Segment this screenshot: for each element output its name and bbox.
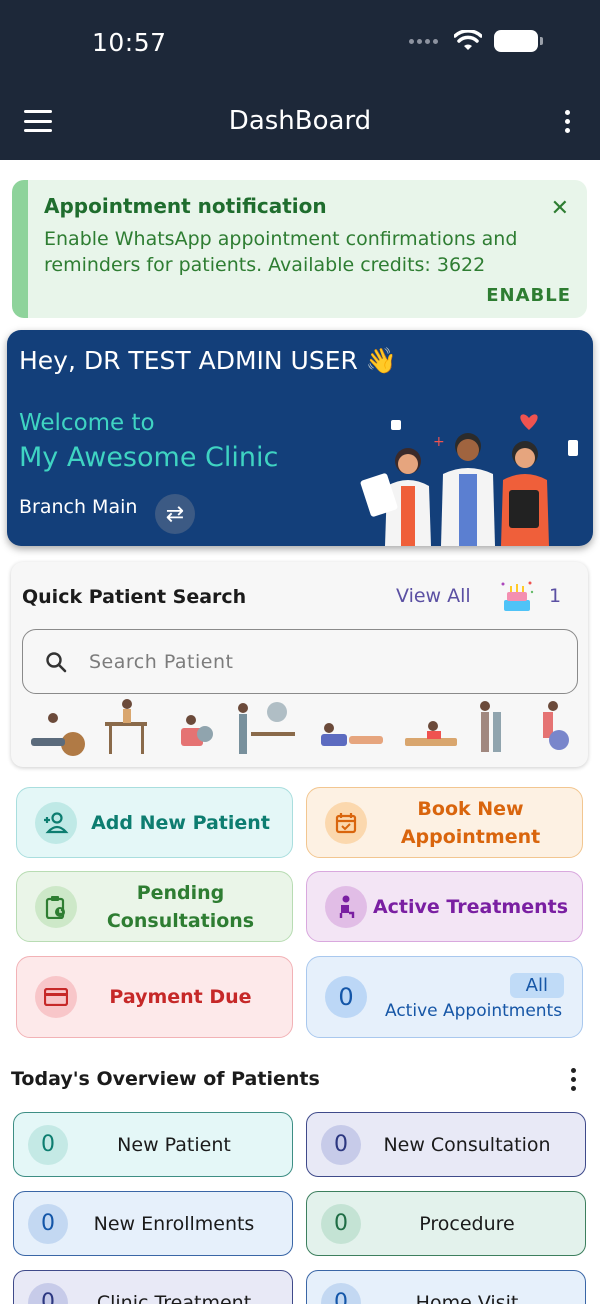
- welcome-to-text: Welcome to: [19, 410, 155, 436]
- book-new-appointment-label: Book New Appointment: [400, 797, 541, 848]
- overview-count: 0: [321, 1282, 361, 1304]
- active-appointments-button[interactable]: 0 All Active Appointments: [306, 956, 583, 1038]
- overview-count: 0: [28, 1203, 68, 1244]
- overview-count: 0: [321, 1203, 361, 1244]
- quick-search-title: Quick Patient Search: [22, 586, 247, 608]
- notification-body: Enable WhatsApp appointment confirmation…: [44, 228, 518, 276]
- appointment-notification: Appointment notification Enable WhatsApp…: [12, 180, 587, 318]
- birthday-count: 1: [549, 585, 562, 607]
- add-new-patient-button[interactable]: Add New Patient: [16, 787, 293, 858]
- clinic-name: My Awesome Clinic: [19, 442, 279, 473]
- switch-branch-icon[interactable]: ⇄: [155, 494, 195, 534]
- overview-label: New Patient: [117, 1133, 231, 1156]
- search-input[interactable]: [89, 650, 529, 673]
- overview-label: Procedure: [419, 1212, 515, 1235]
- overview-count: 0: [28, 1124, 68, 1165]
- greeting-text: Hey, DR TEST ADMIN USER 👋: [19, 346, 397, 375]
- patient-seated-icon: [325, 885, 367, 928]
- overview-home-visit[interactable]: 0 Home Visit: [306, 1270, 586, 1304]
- welcome-card: Hey, DR TEST ADMIN USER 👋 Welcome to My …: [7, 330, 593, 546]
- battery-icon: [494, 30, 543, 52]
- overview-procedure[interactable]: 0 Procedure: [306, 1191, 586, 1256]
- birthday-cake-icon[interactable]: [499, 578, 535, 614]
- quick-patient-search-card: Quick Patient Search View All 1: [11, 562, 588, 767]
- overview-label: New Enrollments: [93, 1212, 255, 1235]
- svg-text:+: +: [433, 434, 445, 450]
- overview-count: 0: [28, 1282, 68, 1304]
- overview-label: Home Visit: [415, 1291, 519, 1304]
- view-all-link[interactable]: View All: [396, 585, 471, 607]
- page-title: DashBoard: [228, 106, 372, 136]
- overview-new-enrollments[interactable]: 0 New Enrollments: [13, 1191, 293, 1256]
- book-new-appointment-button[interactable]: Book New Appointment: [306, 787, 583, 858]
- app-header: 10:57 DashBoard: [0, 0, 600, 160]
- active-appointments-label: Active Appointments: [385, 1001, 563, 1021]
- overview-clinic-treatment[interactable]: 0 Clinic Treatment: [13, 1270, 293, 1304]
- signal-icon: [409, 38, 438, 44]
- notification-title: Appointment notification: [44, 194, 327, 218]
- physiotherapy-illustrations: [31, 699, 569, 756]
- credit-card-icon: [35, 976, 77, 1018]
- search-field[interactable]: [22, 629, 578, 694]
- pending-consultations-button[interactable]: Pending Consultations: [16, 871, 293, 942]
- overview-new-patient[interactable]: 0 New Patient: [13, 1112, 293, 1177]
- doctors-illustration: +: [360, 414, 578, 546]
- active-appointments-count: 0: [325, 976, 367, 1018]
- overview-label: Clinic Treatment: [96, 1291, 252, 1304]
- close-icon[interactable]: ✕: [551, 196, 569, 221]
- payment-due-button[interactable]: Payment Due: [16, 956, 293, 1038]
- status-icons: [409, 30, 543, 52]
- active-treatments-label: Active Treatments: [372, 895, 569, 918]
- pending-consultations-label: Pending Consultations: [106, 881, 255, 932]
- overview-count: 0: [321, 1124, 361, 1165]
- calendar-check-icon: [325, 801, 367, 844]
- active-treatments-button[interactable]: Active Treatments: [306, 871, 583, 942]
- branch-name: Branch Main: [19, 496, 138, 518]
- overview-title: Today's Overview of Patients: [11, 1068, 320, 1090]
- add-person-icon: [35, 801, 77, 844]
- more-options-icon[interactable]: [565, 110, 570, 133]
- overview-more-icon[interactable]: [571, 1068, 576, 1091]
- search-icon: [46, 651, 67, 672]
- payment-due-label: Payment Due: [109, 986, 252, 1008]
- overview-label: New Consultation: [383, 1133, 551, 1156]
- appointments-filter-badge[interactable]: All: [509, 973, 564, 998]
- status-time: 10:57: [92, 28, 167, 57]
- clipboard-clock-icon: [35, 885, 77, 928]
- add-new-patient-label: Add New Patient: [91, 811, 270, 834]
- wifi-icon: [454, 30, 482, 50]
- overview-new-consultation[interactable]: 0 New Consultation: [306, 1112, 586, 1177]
- enable-button[interactable]: ENABLE: [486, 285, 571, 306]
